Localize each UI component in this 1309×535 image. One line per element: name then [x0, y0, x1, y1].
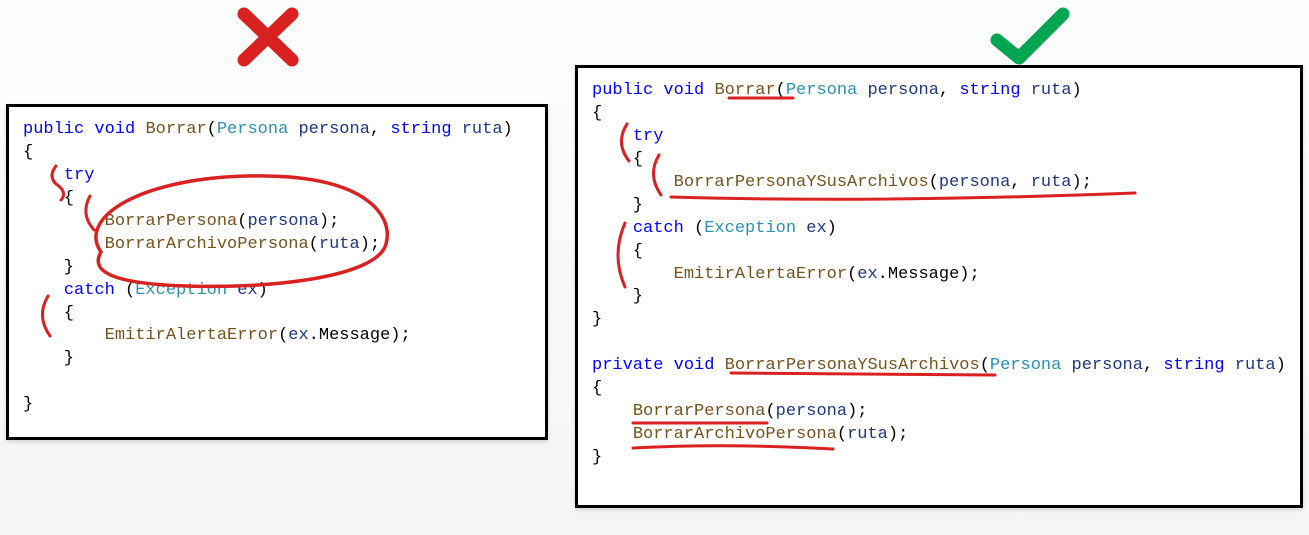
wrong-code: public void Borrar(Persona persona, stri…	[23, 119, 531, 417]
correct-code: public void Borrar(Persona persona, stri…	[592, 80, 1286, 470]
wrong-code-box: public void Borrar(Persona persona, stri…	[6, 104, 548, 440]
wrong-icon	[228, 2, 308, 78]
correct-code-box: public void Borrar(Persona persona, stri…	[575, 65, 1303, 508]
